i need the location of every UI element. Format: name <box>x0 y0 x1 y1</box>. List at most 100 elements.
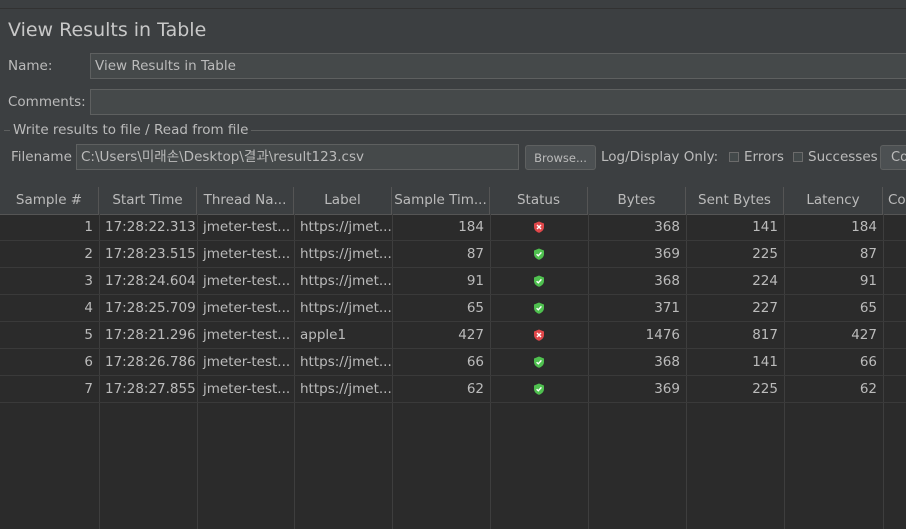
configure-button[interactable]: Co <box>880 145 906 170</box>
table-row[interactable]: 7 17:28:27.855 jmeter-test... https://jmet.… <box>0 376 906 403</box>
cell-bytes: 368 <box>654 219 680 235</box>
cell-latency: 87 <box>859 246 877 262</box>
cell-thread-name: jmeter-test... <box>203 273 291 289</box>
cell-status <box>490 376 588 403</box>
name-label: Name: <box>8 58 53 74</box>
cell-bytes: 368 <box>654 354 680 370</box>
cell-sent-bytes: 227 <box>752 300 778 316</box>
browse-button[interactable]: Browse... <box>525 145 596 170</box>
column-header-bytes[interactable]: Bytes <box>588 187 686 214</box>
table-header: Sample # Start Time Thread Na... Label S… <box>0 187 906 215</box>
errors-checkbox[interactable] <box>729 152 739 162</box>
cell-label: https://jmet... <box>300 300 392 316</box>
cell-latency: 65 <box>859 300 877 316</box>
cell-start-time: 17:28:23.515 <box>105 246 196 262</box>
cell-sample-time: 184 <box>458 219 484 235</box>
group-border-left <box>4 130 10 131</box>
cell-thread-name: jmeter-test... <box>203 381 291 397</box>
column-header-sample-number[interactable]: Sample # <box>0 187 99 214</box>
column-header-label[interactable]: Label <box>294 187 392 214</box>
group-border-right <box>251 130 906 131</box>
cell-status <box>490 268 588 295</box>
column-header-sent-bytes[interactable]: Sent Bytes <box>686 187 784 214</box>
cell-latency: 184 <box>851 219 877 235</box>
cell-status <box>490 349 588 376</box>
shield-success-icon <box>534 356 544 368</box>
column-header-connect-time[interactable]: Co <box>883 187 906 214</box>
cell-sent-bytes: 225 <box>752 381 778 397</box>
column-header-sample-time[interactable]: Sample Tim... <box>392 187 490 214</box>
column-header-latency[interactable]: Latency <box>784 187 883 214</box>
successes-checkbox[interactable] <box>793 152 803 162</box>
cell-status <box>490 322 588 349</box>
shield-success-icon <box>534 302 544 314</box>
cell-sample-time: 87 <box>466 246 484 262</box>
table-row[interactable]: 4 17:28:25.709 jmeter-test... https://jmet.… <box>0 295 906 322</box>
write-results-group-title: Write results to file / Read from file <box>13 122 249 138</box>
shield-success-icon <box>534 248 544 260</box>
cell-sample-time: 65 <box>466 300 484 316</box>
cell-sample-number: 4 <box>84 300 93 316</box>
cell-thread-name: jmeter-test... <box>203 219 291 235</box>
cell-label: https://jmet... <box>300 354 392 370</box>
cell-sample-number: 3 <box>84 273 93 289</box>
log-display-only-label: Log/Display Only: <box>601 149 719 165</box>
cell-label: apple1 <box>300 327 347 343</box>
cell-sent-bytes: 817 <box>752 327 778 343</box>
name-field[interactable]: View Results in Table <box>90 53 906 79</box>
cell-latency: 91 <box>859 273 877 289</box>
cell-sample-time: 91 <box>466 273 484 289</box>
cell-bytes: 1476 <box>645 327 680 343</box>
cell-sample-number: 5 <box>84 327 93 343</box>
cell-thread-name: jmeter-test... <box>203 246 291 262</box>
cell-sample-time: 62 <box>466 381 484 397</box>
column-header-status[interactable]: Status <box>490 187 588 214</box>
cell-sample-number: 1 <box>84 219 93 235</box>
table-row[interactable]: 5 17:28:21.296 jmeter-test... apple1 427 1476… <box>0 322 906 349</box>
shield-success-icon <box>534 275 544 287</box>
cell-latency: 62 <box>859 381 877 397</box>
table-row[interactable]: 2 17:28:23.515 jmeter-test... https://jmet.… <box>0 241 906 268</box>
cell-status <box>490 241 588 268</box>
cell-latency: 66 <box>859 354 877 370</box>
cell-start-time: 17:28:25.709 <box>105 300 196 316</box>
cell-start-time: 17:28:22.313 <box>105 219 196 235</box>
comments-field[interactable] <box>90 89 906 115</box>
shield-error-icon <box>534 329 544 341</box>
cell-thread-name: jmeter-test... <box>203 300 291 316</box>
cell-sent-bytes: 224 <box>752 273 778 289</box>
table-row[interactable]: 1 17:28:22.313 jmeter-test... https://jmet.… <box>0 214 906 241</box>
cell-sent-bytes: 141 <box>752 354 778 370</box>
cell-status <box>490 295 588 322</box>
cell-start-time: 17:28:26.786 <box>105 354 196 370</box>
results-table: Sample # Start Time Thread Na... Label S… <box>0 187 906 529</box>
cell-sample-time: 66 <box>466 354 484 370</box>
column-header-start-time[interactable]: Start Time <box>99 187 197 214</box>
cell-sent-bytes: 141 <box>752 219 778 235</box>
cell-start-time: 17:28:27.855 <box>105 381 196 397</box>
cell-bytes: 371 <box>654 300 680 316</box>
table-row[interactable]: 3 17:28:24.604 jmeter-test... https://jmet.… <box>0 268 906 295</box>
cell-sent-bytes: 225 <box>752 246 778 262</box>
cell-start-time: 17:28:24.604 <box>105 273 196 289</box>
table-row[interactable]: 6 17:28:26.786 jmeter-test... https://jmet.… <box>0 349 906 376</box>
cell-sample-number: 6 <box>84 354 93 370</box>
cell-latency: 427 <box>851 327 877 343</box>
shield-success-icon <box>534 383 544 395</box>
toolbar-strip <box>0 0 906 9</box>
page-title: View Results in Table <box>8 19 207 41</box>
cell-start-time: 17:28:21.296 <box>105 327 196 343</box>
successes-label: Successes <box>808 149 878 165</box>
cell-label: https://jmet... <box>300 381 392 397</box>
comments-label: Comments: <box>8 94 86 110</box>
filename-input[interactable]: C:\Users\미래손\Desktop\결과\result123.csv <box>76 144 519 170</box>
filename-label: Filename <box>11 149 72 165</box>
cell-sample-time: 427 <box>458 327 484 343</box>
column-header-thread-name[interactable]: Thread Na... <box>197 187 294 214</box>
cell-thread-name: jmeter-test... <box>203 354 291 370</box>
cell-label: https://jmet... <box>300 273 392 289</box>
errors-label: Errors <box>744 149 784 165</box>
cell-bytes: 368 <box>654 273 680 289</box>
cell-status <box>490 214 588 241</box>
cell-label: https://jmet... <box>300 219 392 235</box>
